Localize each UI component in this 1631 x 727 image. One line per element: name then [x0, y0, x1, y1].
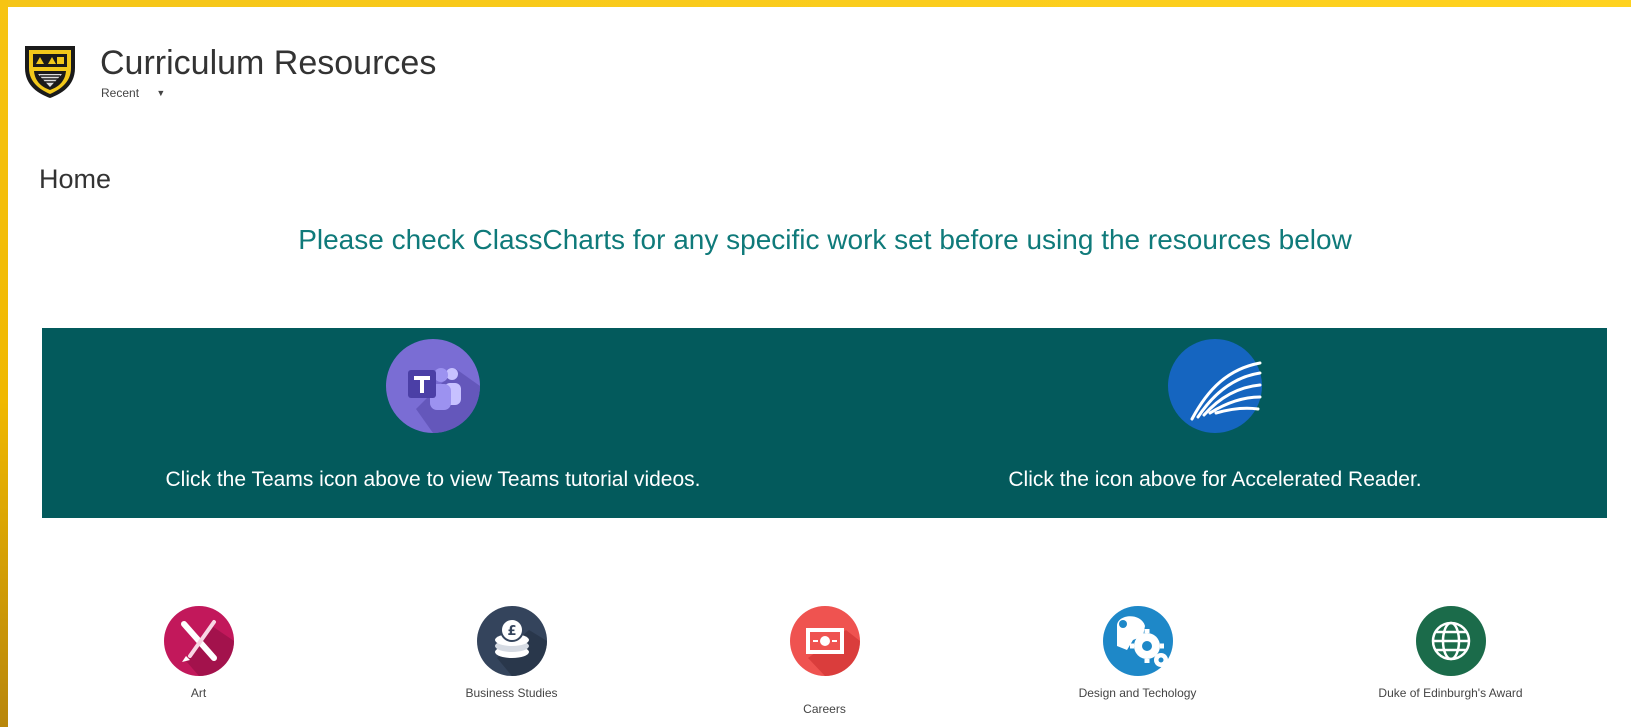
caret-down-icon: ▼: [156, 88, 166, 98]
frame-left-border: [0, 0, 8, 727]
site-title[interactable]: Curriculum Resources: [100, 44, 436, 83]
subject-tile-duke-of-edinburghs-award[interactable]: Duke of Edinburgh's Award: [1294, 606, 1607, 726]
certificate-icon: [789, 606, 860, 676]
accelerated-reader-icon[interactable]: [1168, 339, 1262, 433]
subject-tile-business-studies[interactable]: £ Business Studies: [355, 606, 668, 726]
notice-text: Please check ClassCharts for any specifi…: [298, 224, 1352, 255]
page-title: Home: [39, 164, 112, 194]
recent-label: Recent: [101, 86, 140, 100]
recent-menu[interactable]: Recent ▼: [101, 86, 165, 100]
teams-caption[interactable]: Click the Teams icon above to view Teams…: [42, 468, 824, 492]
accelerated-reader-feature: Click the icon above for Accelerated Rea…: [824, 328, 1606, 518]
coins-icon: £: [476, 606, 547, 676]
subject-tiles: Art £ Business Studies Careers Design an…: [42, 606, 1607, 726]
feature-band: Click the Teams icon above to view Teams…: [42, 328, 1607, 518]
paintbrush-icon: [163, 606, 234, 676]
svg-text:£: £: [507, 624, 516, 639]
subject-label-duke-of-edinburghs-award: Duke of Edinburgh's Award: [1378, 686, 1523, 700]
subject-label-business-studies: Business Studies: [465, 686, 558, 700]
subject-tile-art[interactable]: Art: [42, 606, 355, 726]
subject-label-design-and-techology: Design and Techology: [1078, 686, 1197, 700]
teams-feature: Click the Teams icon above to view Teams…: [42, 328, 824, 518]
frame-top-border: [0, 0, 1631, 7]
school-crest-icon[interactable]: [21, 42, 79, 100]
subject-tile-careers[interactable]: Careers: [668, 606, 981, 726]
globe-icon: [1415, 606, 1486, 676]
subject-tile-design-and-techology[interactable]: Design and Techology: [981, 606, 1294, 726]
head-gears-icon: [1102, 606, 1173, 676]
subject-label-careers: Careers: [803, 702, 846, 716]
microsoft-teams-icon[interactable]: [386, 339, 480, 433]
accelerated-reader-caption[interactable]: Click the icon above for Accelerated Rea…: [824, 468, 1606, 492]
subject-label-art: Art: [190, 686, 207, 700]
